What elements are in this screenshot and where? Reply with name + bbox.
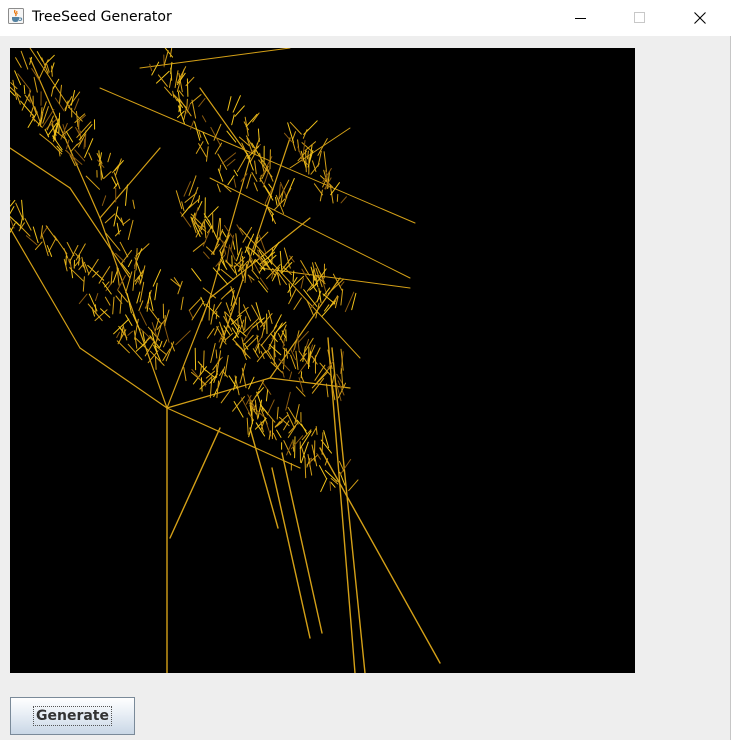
close-icon — [694, 12, 706, 24]
generate-button[interactable]: Generate — [10, 697, 135, 735]
generate-button-label: Generate — [33, 706, 112, 726]
tree-drawing — [10, 48, 441, 673]
close-button[interactable] — [677, 0, 723, 36]
maximize-icon — [634, 12, 645, 23]
title-bar[interactable]: TreeSeed Generator — [0, 0, 731, 36]
tree-canvas[interactable] — [10, 48, 635, 673]
minimize-button[interactable] — [558, 0, 604, 36]
window-title: TreeSeed Generator — [32, 9, 172, 25]
java-cup-icon — [8, 8, 24, 24]
maximize-button[interactable] — [617, 0, 663, 36]
minimize-icon — [575, 18, 586, 19]
